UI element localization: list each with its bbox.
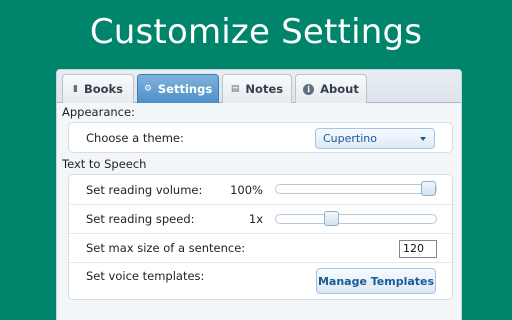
theme-select[interactable]: Cupertino — [315, 128, 435, 149]
max-sentence-label: Set max size of a sentence: — [86, 241, 246, 255]
gear-icon: ⚙ — [143, 84, 152, 94]
volume-value: 100% — [230, 182, 263, 197]
speed-slider[interactable] — [275, 211, 437, 226]
tts-section-title: Text to Speech — [62, 157, 147, 171]
tab-books[interactable]: ▮ Books — [62, 74, 134, 103]
voice-templates-label: Set voice templates: — [86, 269, 205, 283]
info-icon: i — [303, 83, 315, 95]
speed-label: Set reading speed: — [86, 212, 195, 226]
tab-notes[interactable]: ▤ Notes — [222, 74, 292, 103]
volume-slider-handle[interactable] — [421, 181, 436, 196]
settings-window: ▮ Books ⚙ Settings ▤ Notes i About Appea… — [56, 69, 462, 320]
tab-about[interactable]: i About — [295, 74, 367, 103]
theme-select-value: Cupertino — [323, 132, 377, 145]
max-sentence-row: Set max size of a sentence: 120 — [69, 233, 452, 262]
speed-value: 1x — [248, 212, 263, 226]
tab-about-label: About — [320, 82, 359, 96]
voice-templates-row: Set voice templates: Manage Templates — [69, 262, 452, 299]
tab-settings[interactable]: ⚙ Settings — [137, 74, 219, 103]
chevron-down-icon — [420, 137, 426, 141]
note-icon: ▤ — [230, 84, 240, 94]
tab-settings-label: Settings — [157, 82, 213, 96]
volume-label: Set reading volume: — [86, 182, 203, 197]
volume-row: Set reading volume: 100% — [69, 175, 452, 204]
appearance-group: Choose a theme: Cupertino — [68, 122, 453, 153]
tab-bar: ▮ Books ⚙ Settings ▤ Notes i About — [57, 70, 461, 103]
manage-templates-button[interactable]: Manage Templates — [316, 268, 436, 294]
volume-slider[interactable] — [275, 181, 437, 196]
speed-row: Set reading speed: 1x — [69, 204, 452, 233]
max-sentence-input[interactable]: 120 — [399, 240, 437, 258]
theme-label: Choose a theme: — [86, 130, 184, 145]
theme-row: Choose a theme: Cupertino — [69, 123, 452, 152]
book-icon: ▮ — [72, 84, 78, 94]
page-headline: Customize Settings — [89, 12, 423, 52]
speed-slider-handle[interactable] — [323, 211, 339, 226]
appearance-section-title: Appearance: — [62, 105, 135, 119]
tts-group: Set reading volume: 100% Set reading spe… — [68, 174, 453, 300]
tab-books-label: Books — [83, 82, 123, 96]
tab-notes-label: Notes — [245, 82, 284, 96]
